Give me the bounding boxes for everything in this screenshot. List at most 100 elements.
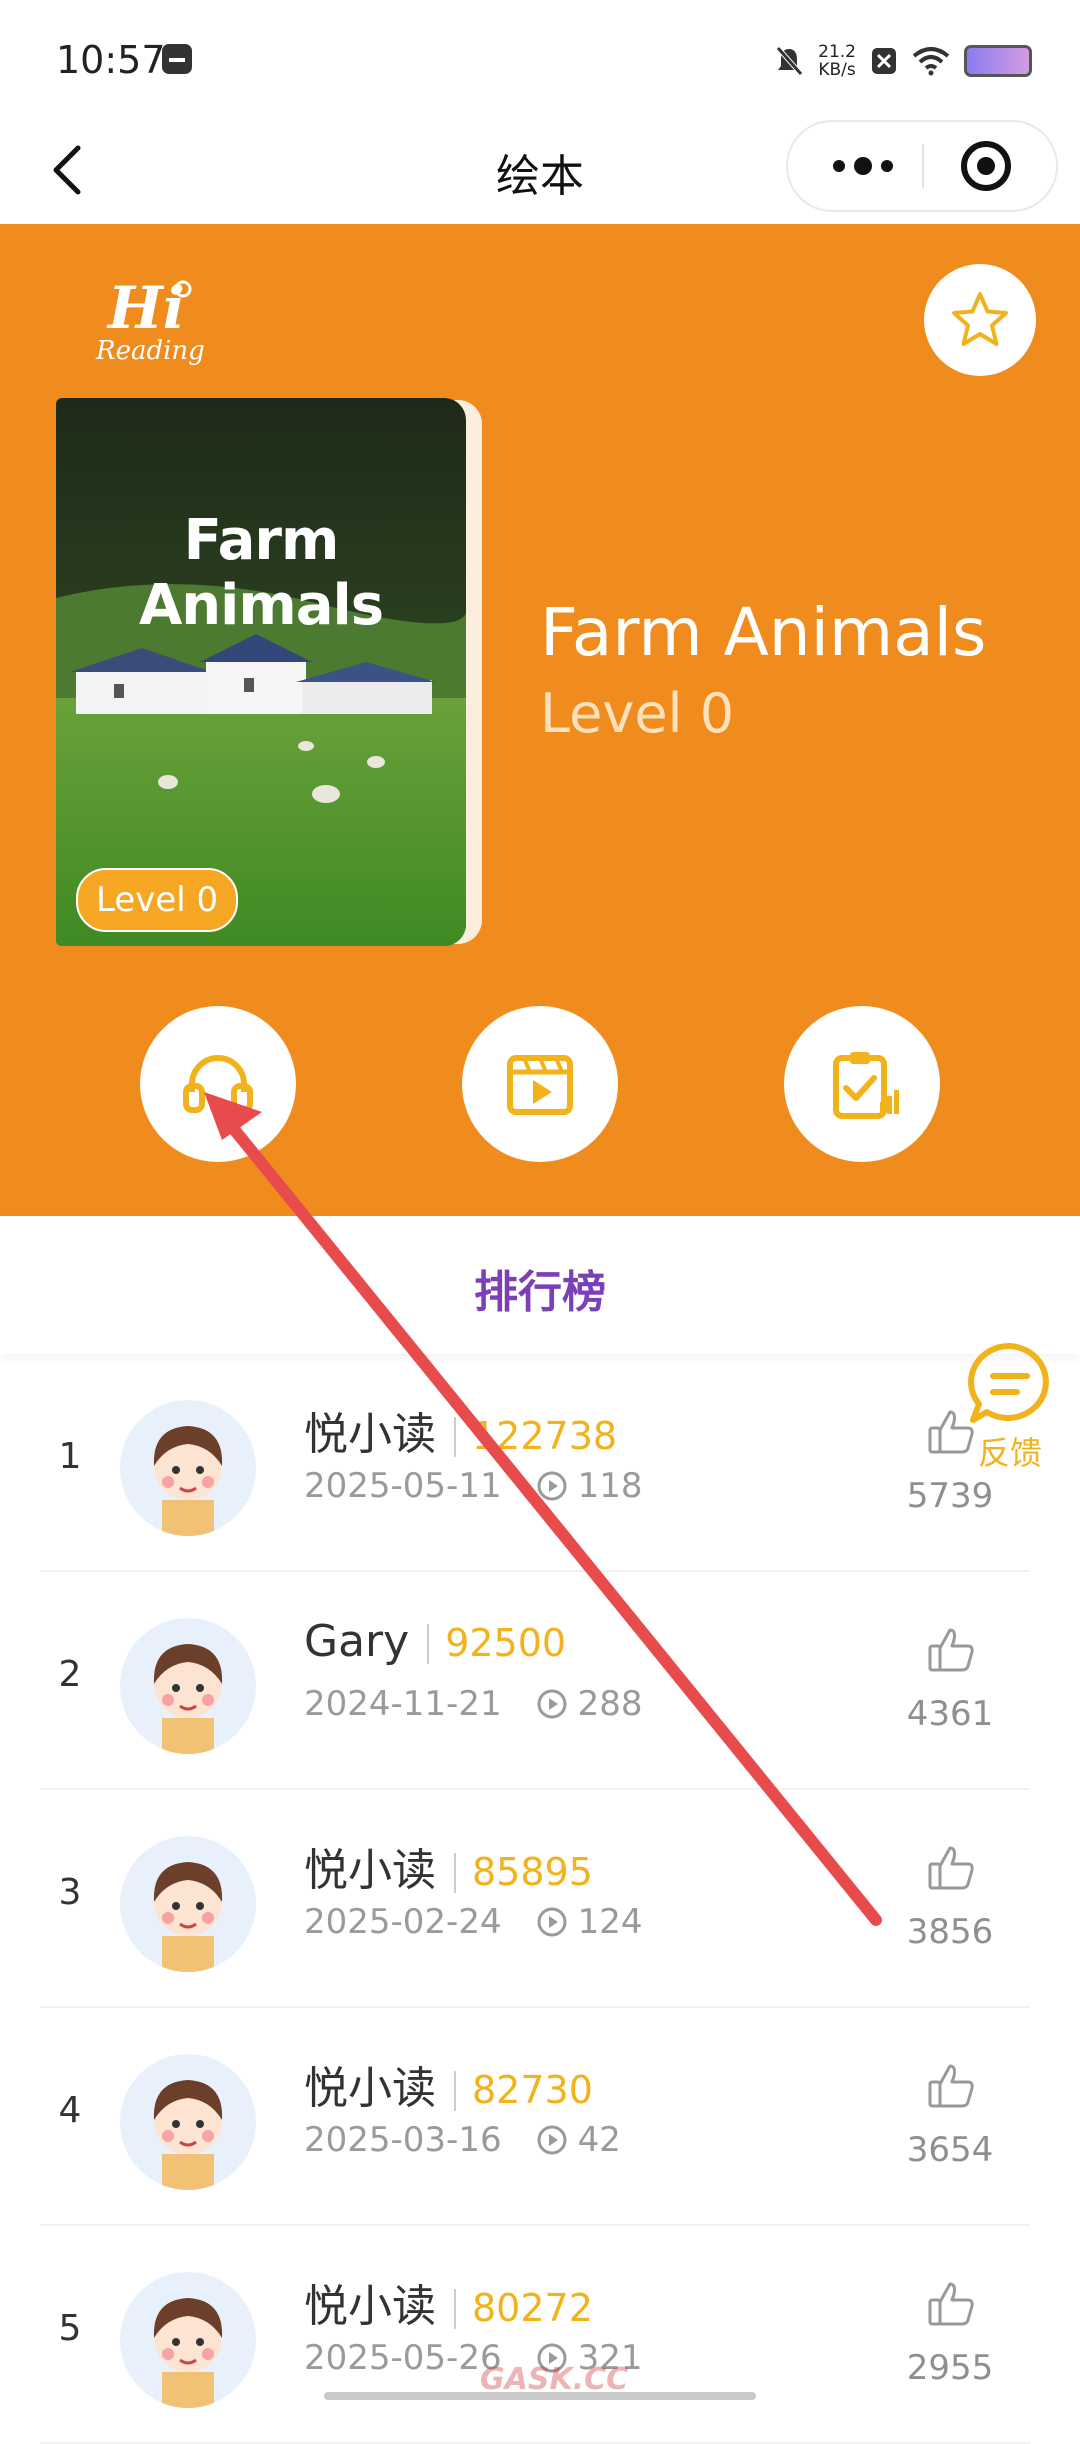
video-button[interactable] bbox=[462, 1006, 618, 1162]
more-icon[interactable] bbox=[818, 140, 908, 192]
play-count: 42 bbox=[577, 2120, 621, 2160]
status-time: 10:57 bbox=[56, 38, 166, 82]
net-speed-value: 21.2 bbox=[818, 42, 856, 62]
mute-icon bbox=[776, 46, 804, 76]
target-icon[interactable] bbox=[958, 138, 1014, 194]
like-count: 2955 bbox=[906, 2348, 994, 2388]
avatar bbox=[120, 2054, 256, 2190]
star-icon bbox=[952, 292, 1008, 346]
play-count: 288 bbox=[577, 1684, 643, 1724]
wifi-icon bbox=[912, 47, 950, 76]
thumbs-up-icon bbox=[928, 1628, 974, 1672]
user-name-line: 悦小读 122738 bbox=[304, 1398, 617, 1462]
ranking-tab-label: 排行榜 bbox=[474, 1267, 606, 1318]
ranking-row[interactable]: 2 Gary 92500 2024-11-21 288 4361 bbox=[40, 1572, 1030, 1790]
meta-line: 2025-02-24 124 bbox=[304, 1902, 643, 1942]
book-hero: Hi Reading Farm Animals Level 0 Farm Ani… bbox=[0, 224, 1080, 1216]
like-button[interactable]: 3856 bbox=[890, 1830, 1010, 1970]
avatar bbox=[120, 1618, 256, 1754]
date: 2025-03-16 bbox=[304, 2120, 502, 2160]
book-level: Level 0 bbox=[540, 682, 735, 745]
sim-off-icon bbox=[872, 48, 896, 74]
mini-program-capsule bbox=[786, 120, 1058, 212]
date: 2025-05-26 bbox=[304, 2338, 502, 2378]
logo-sub: Reading bbox=[96, 336, 205, 366]
cover-illustration bbox=[56, 398, 466, 946]
user-name: 悦小读 bbox=[304, 2281, 436, 2332]
like-count: 3654 bbox=[906, 2130, 994, 2170]
meta-line: 2025-05-11 118 bbox=[304, 1466, 643, 1506]
ranking-row[interactable]: 1 悦小读 122738 2025-05-11 118 5739 bbox=[40, 1354, 1030, 1572]
user-name-line: Gary 92500 bbox=[304, 1616, 566, 1667]
date: 2025-02-24 bbox=[304, 1902, 502, 1942]
battery-icon bbox=[964, 45, 1032, 77]
home-indicator[interactable] bbox=[324, 2392, 756, 2400]
user-name: 悦小读 bbox=[304, 2063, 436, 2114]
thumbs-up-icon bbox=[928, 1846, 974, 1890]
rank-number: 3 bbox=[58, 1872, 82, 1913]
score: 92500 bbox=[445, 1621, 567, 1665]
net-speed: 21.2 KB/s bbox=[818, 43, 856, 79]
play-count-icon bbox=[537, 1907, 567, 1937]
user-name-line: 悦小读 85895 bbox=[304, 1834, 593, 1898]
like-button[interactable]: 4361 bbox=[890, 1612, 1010, 1752]
play-count-icon bbox=[537, 1471, 567, 1501]
like-count: 4361 bbox=[906, 1694, 994, 1734]
thumbs-up-icon bbox=[928, 2064, 974, 2108]
user-name-line: 悦小读 80272 bbox=[304, 2270, 593, 2334]
like-button[interactable]: 2955 bbox=[890, 2266, 1010, 2406]
date: 2025-05-11 bbox=[304, 1466, 502, 1506]
rank-number: 4 bbox=[58, 2090, 82, 2131]
rank-number: 2 bbox=[58, 1654, 82, 1695]
capsule-divider bbox=[922, 144, 924, 188]
meta-line: 2024-11-21 288 bbox=[304, 1684, 643, 1724]
clipboard-check-icon bbox=[833, 1052, 899, 1119]
status-bar: 10:57 21.2 KB/s bbox=[0, 0, 1080, 120]
video-play-icon bbox=[507, 1055, 573, 1115]
user-name: 悦小读 bbox=[304, 1845, 436, 1896]
ranking-tab[interactable]: 排行榜 bbox=[0, 1216, 1080, 1354]
nav-bar: 绘本 bbox=[0, 120, 1080, 224]
message-icon bbox=[162, 44, 192, 74]
thumbs-up-icon bbox=[928, 2282, 974, 2326]
ranking-row[interactable]: 5 悦小读 80272 2025-05-26 321 2955 bbox=[40, 2226, 1030, 2444]
hi-reading-logo: Hi Reading bbox=[96, 276, 216, 372]
avatar bbox=[120, 2272, 256, 2408]
date: 2024-11-21 bbox=[304, 1684, 502, 1724]
cover-title: Farm Animals bbox=[138, 508, 384, 638]
like-button[interactable]: 3654 bbox=[890, 2048, 1010, 2188]
favorite-button[interactable] bbox=[924, 264, 1036, 376]
score: 82730 bbox=[472, 2068, 593, 2112]
ranking-row[interactable]: 4 悦小读 82730 2025-03-16 42 3654 bbox=[40, 2008, 1030, 2226]
rank-number: 1 bbox=[58, 1436, 82, 1477]
feedback-label: 反馈 bbox=[977, 1434, 1042, 1472]
play-count-icon bbox=[537, 1689, 567, 1719]
score: 122738 bbox=[472, 1414, 618, 1458]
quiz-button[interactable] bbox=[784, 1006, 940, 1162]
logo-sun-icon bbox=[174, 280, 192, 298]
ranking-list: 1 悦小读 122738 2025-05-11 118 5739 2 Gary 925… bbox=[40, 1354, 1030, 2444]
book-cover[interactable]: Farm Animals Level 0 bbox=[56, 398, 466, 946]
feedback-button[interactable]: 反馈 bbox=[960, 1340, 1060, 1472]
system-icons: 21.2 KB/s bbox=[774, 36, 1032, 86]
user-name-line: 悦小读 82730 bbox=[304, 2052, 593, 2116]
net-speed-unit: KB/s bbox=[818, 60, 856, 80]
ranking-row[interactable]: 3 悦小读 85895 2025-02-24 124 3856 bbox=[40, 1790, 1030, 2008]
score: 85895 bbox=[472, 1850, 593, 1894]
listen-button[interactable] bbox=[140, 1006, 296, 1162]
headphones-icon bbox=[183, 1055, 253, 1113]
play-count-icon bbox=[537, 2125, 567, 2155]
chat-bubble-icon bbox=[968, 1342, 1049, 1423]
cover-level-badge: Level 0 bbox=[76, 868, 239, 932]
rank-number: 5 bbox=[58, 2308, 82, 2349]
meta-line: 2025-03-16 42 bbox=[304, 2120, 621, 2160]
user-name: 悦小读 bbox=[304, 1409, 436, 1460]
like-count: 3856 bbox=[906, 1912, 994, 1952]
user-name: Gary bbox=[304, 1616, 410, 1667]
avatar bbox=[120, 1836, 256, 1972]
play-count: 124 bbox=[577, 1902, 643, 1942]
play-count: 118 bbox=[577, 1466, 643, 1506]
avatar bbox=[120, 1400, 256, 1536]
score: 80272 bbox=[472, 2286, 593, 2330]
like-count: 5739 bbox=[906, 1476, 994, 1516]
